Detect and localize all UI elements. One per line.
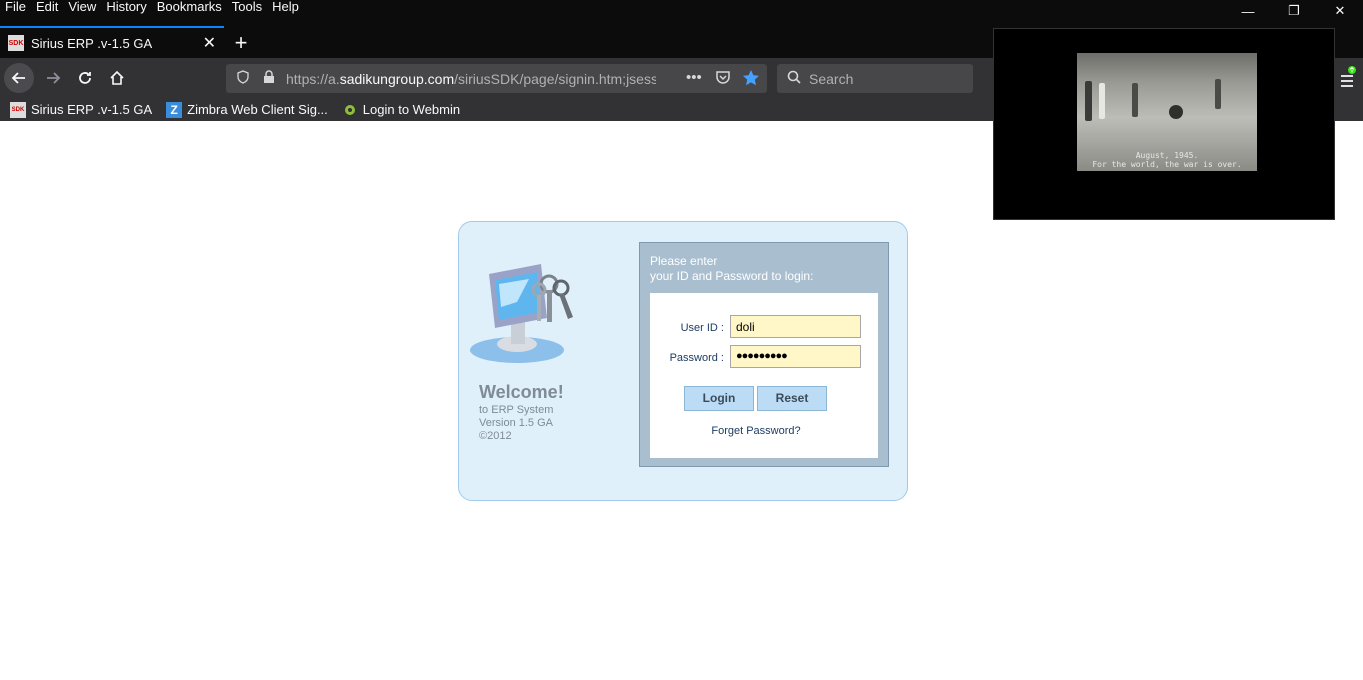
new-tab-button[interactable]: + (230, 30, 252, 56)
bookmark-label: Zimbra Web Client Sig... (187, 102, 328, 117)
version-text: Version 1.5 GA (479, 417, 553, 429)
menu-bar: File Edit View History Bookmarks Tools H… (0, 0, 304, 16)
app-menu-button[interactable] (1338, 66, 1356, 95)
search-placeholder: Search (809, 70, 854, 87)
copyright-text: ©2012 (479, 430, 512, 442)
login-instructions: Please enter your ID and Password to log… (650, 254, 813, 284)
instruction-line: your ID and Password to login: (650, 269, 814, 283)
computer-keys-icon (470, 264, 573, 363)
restore-button[interactable]: ❐ (1271, 0, 1317, 22)
menu-edit[interactable]: Edit (31, 0, 63, 16)
close-tab-icon[interactable]: ✕ (203, 33, 216, 53)
password-input[interactable]: ●●●●●●●●● (730, 345, 861, 368)
subtitle-line: August, 1945. (1135, 151, 1199, 160)
video-figure (1169, 105, 1183, 119)
window-controls: — ❐ ✕ (1225, 0, 1363, 22)
arrow-right-icon (47, 72, 61, 84)
bookmark-star-icon[interactable] (742, 69, 760, 91)
lock-icon[interactable] (260, 70, 278, 87)
home-button[interactable] (102, 63, 132, 93)
erp-logo (469, 262, 579, 367)
shield-icon[interactable] (234, 70, 252, 87)
zimbra-icon: Z (166, 101, 183, 118)
video-figure (1215, 79, 1221, 109)
subtitle-line: For the world, the war is over. (1092, 160, 1242, 169)
password-label: Password : (669, 352, 724, 364)
login-panel: Welcome! to ERP System Version 1.5 GA ©2… (458, 221, 908, 501)
reload-button[interactable] (70, 63, 100, 93)
url-bar[interactable]: https://a.sadikungroup.com/siriusSDK/pag… (226, 64, 767, 93)
url-domain: sadikungroup.com (339, 70, 455, 87)
bookmark-label: Sirius ERP .v-1.5 GA (31, 102, 153, 117)
menu-file[interactable]: File (0, 0, 31, 16)
login-fields: User ID : Password : ●●●●●●●●● Login Res… (650, 293, 878, 458)
video-figure (1099, 83, 1105, 119)
forget-password-link[interactable]: Forget Password? (650, 425, 862, 437)
menu-history[interactable]: History (101, 0, 151, 16)
webmin-icon (342, 102, 358, 118)
bookmark-label: Login to Webmin (362, 102, 461, 117)
back-button[interactable] (4, 63, 34, 93)
menu-bookmarks[interactable]: Bookmarks (152, 0, 227, 16)
user-id-input[interactable] (730, 315, 861, 338)
video-figure (1085, 81, 1092, 121)
login-form: Please enter your ID and Password to log… (639, 242, 889, 467)
sdk-favicon-icon: SDK (10, 101, 26, 118)
video-frame: August, 1945. For the world, the war is … (1077, 53, 1257, 171)
search-bar[interactable]: Search (777, 64, 973, 93)
home-icon (110, 70, 124, 85)
close-window-button[interactable]: ✕ (1317, 0, 1363, 22)
forward-button[interactable] (38, 63, 68, 93)
reset-button[interactable]: Reset (757, 386, 827, 411)
tab-sirius-erp[interactable]: SDK Sirius ERP .v-1.5 GA ✕ (0, 26, 224, 58)
menu-help[interactable]: Help (267, 0, 304, 16)
reload-icon (79, 72, 91, 84)
bookmark-zimbra[interactable]: Z Zimbra Web Client Sig... (166, 101, 328, 118)
url-path: /siriusSDK/page/signin.htm;jsess (454, 70, 656, 87)
pocket-icon[interactable] (715, 69, 731, 89)
tab-title: Sirius ERP .v-1.5 GA (31, 35, 153, 51)
sdk-favicon-icon: SDK (8, 35, 24, 51)
bookmark-sirius-erp[interactable]: SDK Sirius ERP .v-1.5 GA (10, 101, 153, 118)
video-figure (1132, 83, 1138, 117)
url-prefix: https://a. (286, 70, 340, 87)
menu-view[interactable]: View (63, 0, 101, 16)
user-id-label: User ID : (680, 322, 724, 334)
arrow-left-icon (11, 72, 25, 84)
welcome-title: Welcome! (479, 382, 564, 402)
search-icon (787, 70, 801, 87)
bookmark-webmin[interactable]: Login to Webmin (342, 102, 460, 118)
url-text[interactable]: https://a.sadikungroup.com/siriusSDK/pag… (286, 71, 656, 87)
hamburger-icon (1341, 66, 1356, 87)
instruction-line: Please enter (650, 254, 718, 268)
minimize-button[interactable]: — (1225, 0, 1271, 22)
login-button[interactable]: Login (684, 386, 754, 411)
video-subtitle: August, 1945. For the world, the war is … (1077, 151, 1257, 169)
picture-in-picture-window[interactable]: August, 1945. For the world, the war is … (993, 28, 1335, 220)
menu-tools[interactable]: Tools (227, 0, 267, 16)
welcome-subtitle: to ERP System (479, 404, 554, 416)
more-actions-icon[interactable]: ••• (686, 69, 702, 86)
